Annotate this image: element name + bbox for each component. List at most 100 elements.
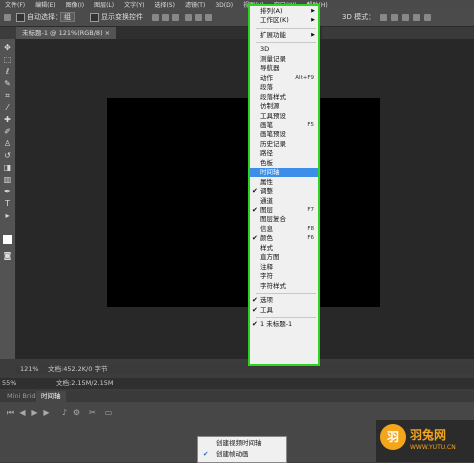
- toolbox: ✥ ⬚ ℓ ✎ ⌗ ⁄ ✚ ✐ ♙ ↺ ◨ ▥ ✒ T ▸ ◙: [0, 39, 16, 359]
- show-transform-checkbox[interactable]: 显示变换控件: [90, 12, 143, 22]
- eyedropper-tool-icon[interactable]: ⁄: [3, 103, 12, 112]
- menu-item[interactable]: 信息 F8: [250, 225, 318, 234]
- menu-item[interactable]: 段落样式: [250, 93, 318, 102]
- tab-timeline[interactable]: 时间轴: [36, 391, 66, 402]
- menu-item-label: 样式: [260, 243, 273, 252]
- menu-item[interactable]: 仿制源: [250, 102, 318, 111]
- menu-item[interactable]: 工具预设: [250, 112, 318, 121]
- menu-item[interactable]: 时间轴: [250, 168, 318, 178]
- gradient-tool-icon[interactable]: ▥: [3, 175, 12, 184]
- menu-item[interactable]: ✔ 1 未标题-1: [250, 320, 318, 329]
- menu-item-label: 仿制源: [260, 102, 280, 111]
- eraser-tool-icon[interactable]: ◨: [3, 163, 12, 172]
- align-middle-icon[interactable]: [162, 14, 169, 21]
- menu-item[interactable]: 导航器: [250, 64, 318, 73]
- align-top-icon[interactable]: [152, 14, 159, 21]
- menu-item[interactable]: 段落: [250, 83, 318, 92]
- lasso-tool-icon[interactable]: ℓ: [3, 67, 12, 76]
- menu-item-label: 画笔: [260, 120, 273, 129]
- history-brush-tool-icon[interactable]: ↺: [3, 151, 12, 160]
- audio-icon[interactable]: ♪: [60, 409, 69, 417]
- menu-item[interactable]: 属性: [250, 178, 318, 187]
- menu-item[interactable]: 通道: [250, 197, 318, 206]
- menu-item[interactable]: ✔ 颜色 F6: [250, 234, 318, 243]
- move-tool-icon[interactable]: [4, 14, 11, 21]
- marquee-tool-icon[interactable]: ⬚: [3, 55, 12, 64]
- status-bar: 121% 文档:452.2K/0 字节: [16, 365, 474, 374]
- 3d-mode-label: 3D 模式：: [342, 13, 376, 21]
- 3d-pan-icon[interactable]: [402, 14, 409, 21]
- align-bottom-icon[interactable]: [172, 14, 179, 21]
- menu-item-shortcut: Alt+F9: [295, 74, 314, 81]
- healing-brush-tool-icon[interactable]: ✚: [3, 115, 12, 124]
- align-right-icon[interactable]: [205, 14, 212, 21]
- quick-mask-icon[interactable]: ◙: [3, 251, 12, 260]
- menu-item[interactable]: 扩展功能 ▶: [250, 31, 318, 40]
- menu-item-label: 注释: [260, 262, 273, 271]
- type-tool-icon[interactable]: T: [3, 199, 12, 208]
- menu-item[interactable]: 画笔预设: [250, 130, 318, 139]
- clone-stamp-tool-icon[interactable]: ♙: [3, 139, 12, 148]
- split-icon[interactable]: ✂: [88, 409, 97, 417]
- background-color-swatch[interactable]: [3, 235, 12, 244]
- next-frame-icon[interactable]: ▶: [42, 409, 51, 417]
- crop-tool-icon[interactable]: ⌗: [3, 91, 12, 100]
- menu-item[interactable]: 字符: [250, 272, 318, 281]
- checkmark-icon: ✔: [203, 450, 209, 458]
- create-video-timeline-option[interactable]: 创建视频时间轴: [198, 438, 286, 449]
- play-icon[interactable]: ▶: [30, 409, 39, 417]
- align-center-icon[interactable]: [195, 14, 202, 21]
- menu-item[interactable]: 字符样式: [250, 282, 318, 291]
- menu-item-shortcut: F8: [307, 225, 314, 232]
- menu-item[interactable]: ✔ 图层 F7: [250, 206, 318, 215]
- quick-select-tool-icon[interactable]: ✎: [3, 79, 12, 88]
- menu-item[interactable]: 直方图: [250, 253, 318, 262]
- menu-item[interactable]: 注释: [250, 263, 318, 272]
- panel-tab-bar: Mini Bridge 时间轴: [0, 391, 474, 402]
- first-frame-icon[interactable]: ⏮: [6, 409, 15, 417]
- menu-item[interactable]: 排列(A) ▶: [250, 7, 318, 16]
- 3d-roll-icon[interactable]: [391, 14, 398, 21]
- checkbox-icon: [16, 12, 25, 22]
- brush-tool-icon[interactable]: ✐: [3, 127, 12, 136]
- menu-item[interactable]: ✔ 工具: [250, 306, 318, 315]
- move-tool-icon[interactable]: ✥: [3, 43, 12, 52]
- menu-bar: 文件(F) 编辑(E) 图像(I) 图层(L) 文字(Y) 选择(S) 滤镜(T) 3D(D)…: [0, 0, 474, 8]
- 3d-scale-icon[interactable]: [424, 14, 431, 21]
- option-label: 创建视频时间轴: [216, 439, 262, 447]
- foreground-color-swatch[interactable]: [3, 223, 12, 232]
- create-timeline-popup: 创建视频时间轴 ✔ 创建帧动画: [197, 436, 287, 463]
- menu-item[interactable]: 色板: [250, 159, 318, 168]
- 3d-rotate-icon[interactable]: [380, 14, 387, 21]
- auto-select-checkbox[interactable]: 自动选择：: [16, 12, 62, 22]
- secondary-zoom[interactable]: 55%: [2, 378, 16, 389]
- menu-item[interactable]: 历史记录: [250, 140, 318, 149]
- menu-item[interactable]: 3D: [250, 45, 318, 54]
- auto-select-dropdown[interactable]: 组: [60, 12, 75, 22]
- menu-item[interactable]: 路径: [250, 149, 318, 158]
- align-left-icon[interactable]: [185, 14, 192, 21]
- menu-item[interactable]: 测量记录: [250, 55, 318, 64]
- secondary-doc-size: 文档:2.15M/2.15M: [56, 379, 114, 387]
- menu-item[interactable]: 样式: [250, 244, 318, 253]
- create-frame-animation-option[interactable]: ✔ 创建帧动画: [198, 449, 286, 460]
- settings-icon[interactable]: ⚙: [72, 409, 81, 417]
- menu-item[interactable]: 工作区(K) ▶: [250, 16, 318, 25]
- transition-icon[interactable]: ▭: [104, 409, 113, 417]
- menu-item[interactable]: ✔ 调整: [250, 187, 318, 196]
- document-tab[interactable]: 未标题-1 @ 121%(RGB/8) ×: [16, 27, 117, 39]
- menu-item[interactable]: ✔ 选项: [250, 296, 318, 305]
- status-zoom[interactable]: 121%: [20, 365, 39, 374]
- prev-frame-icon[interactable]: ◀: [18, 409, 27, 417]
- menu-item-label: 导航器: [260, 64, 280, 73]
- checkmark-icon: ✔: [252, 305, 258, 314]
- menu-item[interactable]: 动作 Alt+F9: [250, 74, 318, 83]
- path-select-tool-icon[interactable]: ▸: [3, 211, 12, 220]
- 3d-slide-icon[interactable]: [413, 14, 420, 21]
- document-canvas[interactable]: [107, 98, 380, 307]
- menu-item[interactable]: 图层复合: [250, 215, 318, 224]
- menu-item-label: 段落: [260, 83, 273, 92]
- menu-item-label: 直方图: [260, 253, 280, 262]
- menu-item[interactable]: 画笔 F5: [250, 121, 318, 130]
- pen-tool-icon[interactable]: ✒: [3, 187, 12, 196]
